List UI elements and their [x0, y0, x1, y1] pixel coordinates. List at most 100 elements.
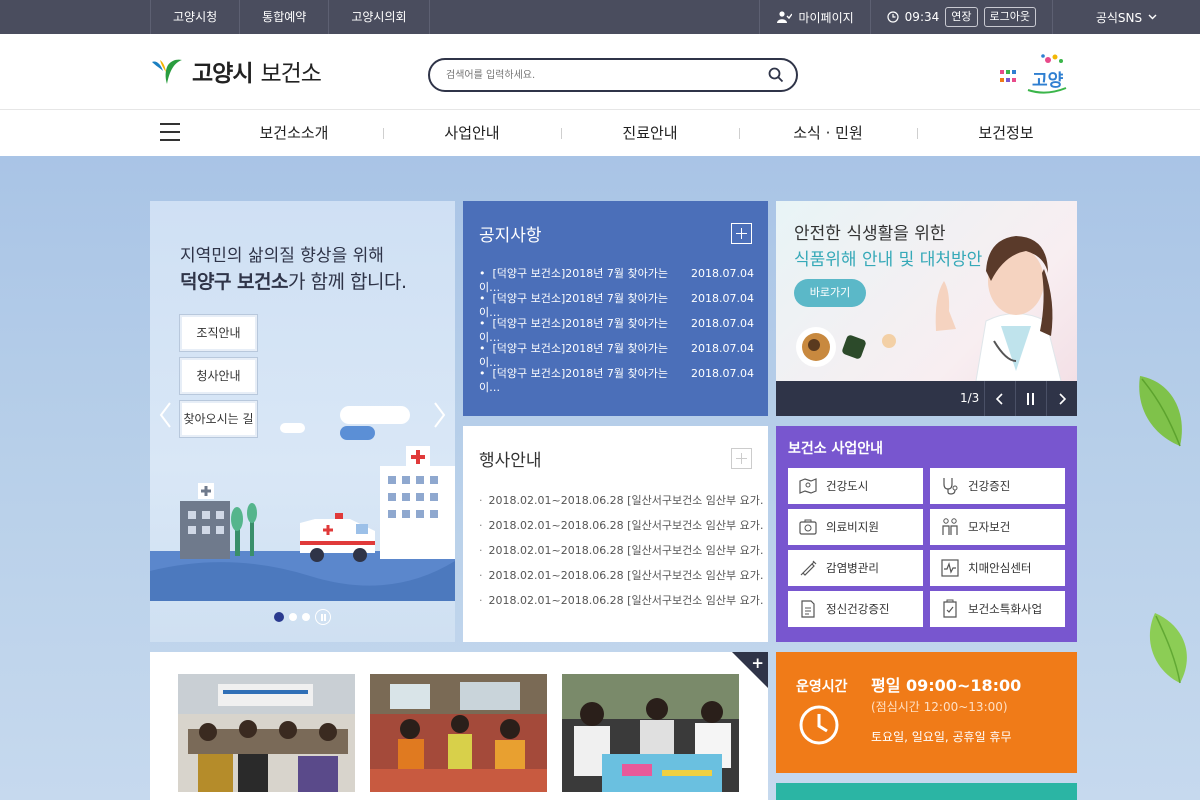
promo-pause-icon[interactable]	[1015, 381, 1046, 416]
site-header: 고양시 보건소 고양	[0, 34, 1200, 110]
gallery-more-plus-icon[interactable]: +	[751, 654, 764, 672]
notice-item-date: 2018.07.04	[691, 267, 754, 280]
brand-text: 고양	[1032, 71, 1064, 91]
notice-item[interactable]: [덕양구 보건소]2018년 7월 찾아가는 이…2018.07.04	[479, 267, 754, 294]
event-item[interactable]: 2018.02.01~2018.06.28 [일산서구보건소 임산부 요가…	[479, 592, 765, 617]
nav-menu: 보건소소개 사업안내 진료안내 소식 · 민원 보건정보	[205, 110, 1095, 156]
hero-dot-2[interactable]	[289, 613, 297, 621]
nav-item-programs[interactable]: 사업안내	[383, 110, 561, 156]
session-time: 09:34	[904, 10, 940, 24]
hours-closed: 토요일, 일요일, 공휴일 휴무	[871, 730, 1012, 744]
promo-line-2: 식품위해 안내 및 대처방안	[794, 250, 983, 270]
search-input[interactable]	[446, 66, 746, 84]
notice-item-date: 2018.07.04	[691, 317, 754, 330]
biz-item-label: 정신건강증진	[826, 602, 890, 616]
link-city-hall[interactable]: 고양시청	[150, 0, 239, 34]
gallery-photo-2[interactable]	[370, 674, 547, 792]
hamburger-menu-icon[interactable]	[160, 123, 180, 141]
notice-item-text: [덕양구 보건소]2018년 7월 찾아가는 이…	[479, 367, 691, 394]
notice-more-plus-icon[interactable]	[731, 223, 752, 244]
hero-dot-3[interactable]	[302, 613, 310, 621]
sns-dropdown[interactable]: 공식SNS	[1052, 0, 1200, 34]
hero-pause-icon[interactable]	[315, 609, 331, 625]
top-utility-bar: 고양시청 통합예약 고양시의회 마이페이지 09:34 연장 로그아웃 공식SN…	[0, 0, 1200, 34]
notice-item[interactable]: [덕양구 보건소]2018년 7월 찾아가는 이…2018.07.04	[479, 367, 754, 394]
main-content: 지역민의 삶의질 향상을 위해 덕양구 보건소가 함께 합니다. 조직안내 청사…	[0, 156, 1200, 800]
promo-prev-icon[interactable]	[984, 381, 1015, 416]
org-guide-button[interactable]: 조직안내	[180, 315, 257, 351]
link-city-council[interactable]: 고양시의회	[328, 0, 430, 34]
event-more-plus-icon[interactable]	[731, 448, 752, 469]
link-integrated-reservation[interactable]: 통합예약	[239, 0, 328, 34]
nav-item-about[interactable]: 보건소소개	[205, 110, 383, 156]
hero-dot-1[interactable]	[274, 612, 284, 622]
nav-item-clinic[interactable]: 진료안내	[561, 110, 739, 156]
notice-item[interactable]: [덕양구 보건소]2018년 7월 찾아가는 이…2018.07.04	[479, 292, 754, 319]
family-icon	[942, 518, 958, 535]
event-panel: 행사안내 2018.02.01~2018.06.28 [일산서구보건소 임산부 …	[463, 426, 768, 642]
event-item[interactable]: 2018.02.01~2018.06.28 [일산서구보건소 임산부 요가…	[479, 567, 765, 592]
clock-icon	[887, 11, 899, 23]
biz-item-infectious-disease[interactable]: 감염병관리	[788, 550, 923, 586]
hours-label: 운영시간	[796, 679, 848, 695]
notice-item-text: [덕양구 보건소]2018년 7월 찾아가는 이…	[479, 292, 691, 319]
biz-item-mental-health[interactable]: 정신건강증진	[788, 591, 923, 627]
notice-item[interactable]: [덕양구 보건소]2018년 7월 찾아가는 이…2018.07.04	[479, 317, 754, 344]
nav-item-news[interactable]: 소식 · 민원	[739, 110, 917, 156]
promo-counter: 1/3	[960, 391, 980, 405]
hero-line-1: 지역민의 삶의질 향상을 위해	[180, 246, 384, 266]
notice-panel: 공지사항 [덕양구 보건소]2018년 7월 찾아가는 이…2018.07.04…	[463, 201, 768, 416]
hours-weekday: 평일 09:00~18:00	[871, 676, 1022, 695]
search-icon[interactable]	[768, 67, 784, 83]
leaf-decoration-icon	[1139, 376, 1182, 447]
logo-city-name: 고양시	[192, 61, 253, 87]
biz-item-label: 모자보건	[968, 520, 1011, 534]
biz-item-label: 의료비지원	[826, 520, 879, 534]
biz-item-special-program[interactable]: 보건소특화사업	[930, 591, 1065, 627]
goyang-logo-icon	[152, 59, 182, 84]
gallery-photo-1[interactable]	[178, 674, 355, 792]
search-bar	[428, 58, 798, 92]
event-item[interactable]: 2018.02.01~2018.06.28 [일산서구보건소 임산부 요가…	[479, 492, 765, 517]
business-guide-panel: 보건소 사업안내 건강도시 건강증진 의료비지원 모자보건 감염병관리 치매안심…	[776, 426, 1077, 642]
photo-gallery: +	[150, 652, 768, 800]
event-list: 2018.02.01~2018.06.28 [일산서구보건소 임산부 요가… 2…	[479, 492, 765, 617]
syringe-icon	[800, 560, 817, 576]
biz-item-dementia-center[interactable]: 치매안심센터	[930, 550, 1065, 586]
nav-item-health-info[interactable]: 보건정보	[917, 110, 1095, 156]
site-logo[interactable]: 고양시 보건소	[150, 54, 322, 88]
sns-label: 공식SNS	[1095, 10, 1143, 25]
event-item[interactable]: 2018.02.01~2018.06.28 [일산서구보건소 임산부 요가…	[479, 542, 765, 567]
logout-button[interactable]: 로그아웃	[983, 7, 1036, 27]
notice-item[interactable]: [덕양구 보건소]2018년 7월 찾아가는 이…2018.07.04	[479, 342, 754, 369]
hero-slider: 지역민의 삶의질 향상을 위해 덕양구 보건소가 함께 합니다. 조직안내 청사…	[150, 201, 455, 642]
event-title: 행사안내	[479, 451, 542, 471]
top-links: 고양시청 통합예약 고양시의회	[150, 0, 430, 34]
hours-lunch: (점심시간 12:00~13:00)	[871, 700, 1008, 714]
checklist-icon	[943, 599, 957, 618]
notice-item-date: 2018.07.04	[691, 292, 754, 305]
biz-item-health-promotion[interactable]: 건강증진	[930, 468, 1065, 504]
brand-slogan-logo: 고양	[1000, 54, 1067, 94]
medical-kit-icon	[799, 519, 817, 535]
biz-item-label: 치매안심센터	[968, 561, 1032, 575]
gallery-photo-3[interactable]	[562, 674, 739, 792]
notice-item-text: [덕양구 보건소]2018년 7월 찾아가는 이…	[479, 342, 691, 369]
top-right-utils: 마이페이지 09:34 연장 로그아웃 공식SNS	[759, 0, 1200, 34]
biz-item-maternal-child[interactable]: 모자보건	[930, 509, 1065, 545]
event-item[interactable]: 2018.02.01~2018.06.28 [일산서구보건소 임산부 요가…	[479, 517, 765, 542]
promo-banner: 안전한 식생활을 위한 식품위해 안내 및 대처방안 바로가기 1/3	[776, 201, 1077, 416]
building-guide-button[interactable]: 청사안내	[180, 358, 257, 394]
mypage-label: 마이페이지	[798, 10, 854, 25]
promo-slider-controls: 1/3	[776, 381, 1077, 416]
leaf-decoration-icon	[1149, 613, 1187, 684]
business-grid: 건강도시 건강증진 의료비지원 모자보건 감염병관리 치매안심센터 정신건강증진…	[788, 468, 1065, 627]
mypage-link[interactable]: 마이페이지	[759, 0, 869, 34]
biz-item-healthy-city[interactable]: 건강도시	[788, 468, 923, 504]
promo-go-button[interactable]: 바로가기	[794, 279, 866, 307]
extend-button[interactable]: 연장	[945, 7, 978, 27]
biz-item-medical-support[interactable]: 의료비지원	[788, 509, 923, 545]
promo-next-icon[interactable]	[1046, 381, 1077, 416]
notice-item-text: [덕양구 보건소]2018년 7월 찾아가는 이…	[479, 267, 691, 294]
document-icon	[801, 600, 815, 618]
